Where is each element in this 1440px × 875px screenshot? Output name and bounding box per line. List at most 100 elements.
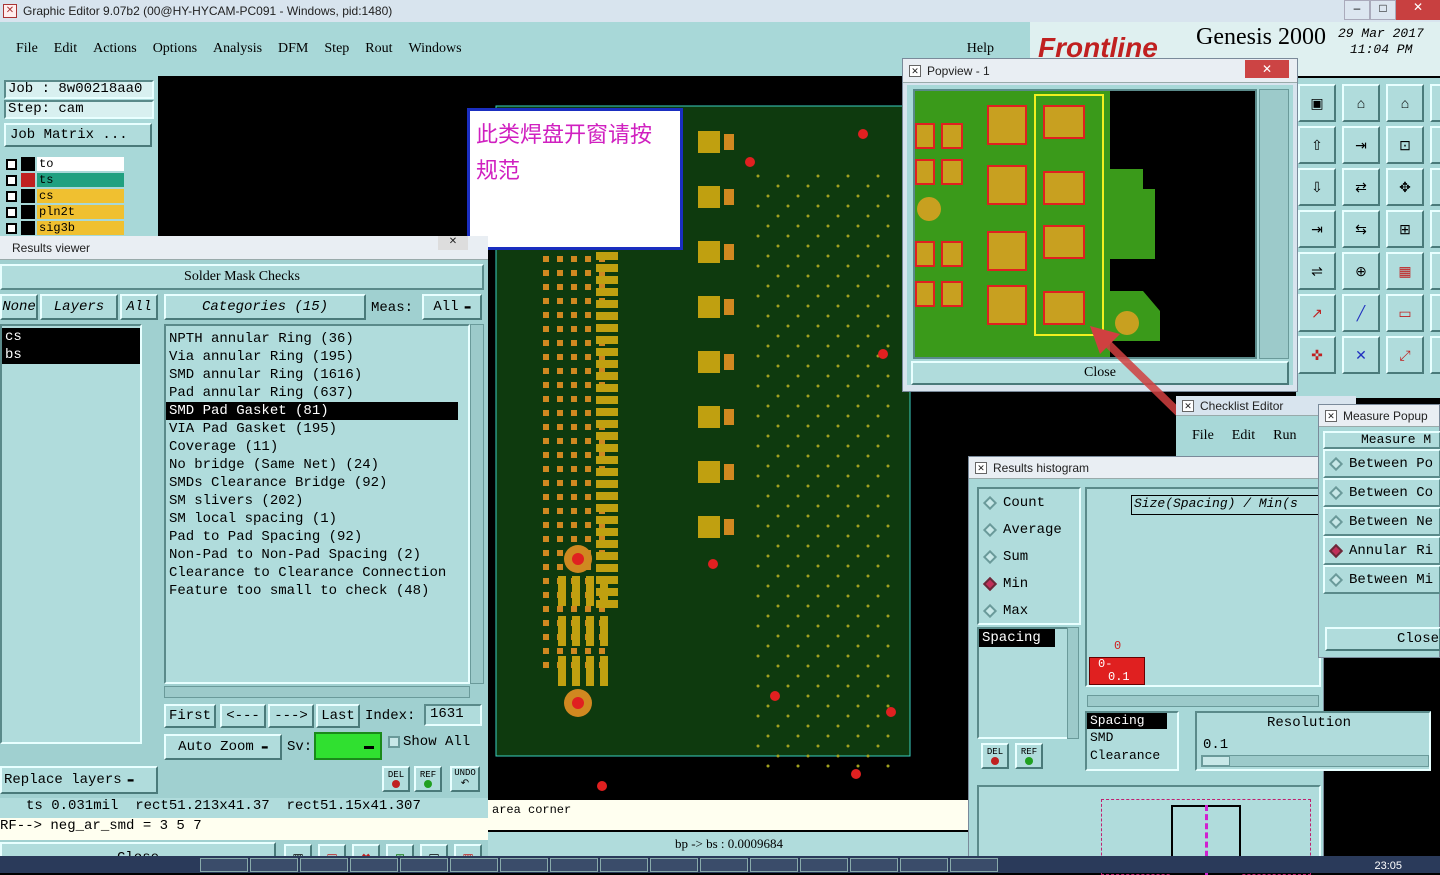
taskbar-app-icon[interactable] xyxy=(600,857,648,872)
none-button[interactable]: None xyxy=(0,294,38,320)
show-all-checkbox[interactable] xyxy=(388,736,400,748)
auto-zoom-button[interactable]: Auto Zoom ▬ xyxy=(164,734,282,760)
layer-checkbox[interactable] xyxy=(6,206,17,218)
taskbar-app-icon[interactable] xyxy=(550,857,598,872)
tool-icon[interactable]: ⇄ xyxy=(1342,168,1380,206)
type-item-clearance[interactable]: Clearance xyxy=(1087,747,1177,765)
del-button[interactable]: DEL xyxy=(382,766,410,792)
measure-option[interactable]: Between Po xyxy=(1323,449,1440,478)
taskbar-app-icon[interactable] xyxy=(800,857,848,872)
tool-icon[interactable]: ✕ xyxy=(1342,336,1380,374)
histogram-option-sum[interactable]: Sum xyxy=(979,543,1079,570)
taskbar-app-icon[interactable] xyxy=(900,857,948,872)
taskbar-app-icon[interactable] xyxy=(400,857,448,872)
menu-rout[interactable]: Rout xyxy=(365,41,392,57)
tool-icon[interactable]: ⇩ xyxy=(1298,168,1336,206)
category-item[interactable]: VIA Pad Gasket (195) xyxy=(166,420,468,438)
histogram-hscroll[interactable] xyxy=(1087,695,1319,707)
tool-icon[interactable]: ⇧ xyxy=(1298,126,1336,164)
job-matrix-button[interactable]: Job Matrix ... xyxy=(4,123,152,147)
resolution-slider[interactable] xyxy=(1201,755,1429,767)
replace-layers-button[interactable]: Replace layers ▬ xyxy=(0,766,158,794)
taskbar-app-icon[interactable] xyxy=(350,857,398,872)
category-item[interactable]: Pad to Pad Spacing (92) xyxy=(166,528,468,546)
layer-row-3[interactable]: pln2t xyxy=(6,204,124,220)
category-item[interactable]: Pad annular Ring (637) xyxy=(166,384,468,402)
menu-edit[interactable]: Edit xyxy=(54,41,77,57)
popview-close-icon[interactable]: ✕ xyxy=(1245,60,1289,78)
taskbar-app-icon[interactable] xyxy=(250,857,298,872)
tool-icon[interactable]: S xyxy=(1430,126,1440,164)
tool-icon[interactable]: ⇥ xyxy=(1298,210,1336,248)
taskbar-app-icon[interactable] xyxy=(700,857,748,872)
layer-row-2[interactable]: cs xyxy=(6,188,124,204)
results-viewer-close-icon[interactable]: ✕ xyxy=(438,236,468,250)
categories-vscroll[interactable] xyxy=(470,324,484,684)
menu-analysis[interactable]: Analysis xyxy=(213,41,262,57)
undo-button[interactable]: UNDO ↶ xyxy=(450,766,480,792)
histogram-option-average[interactable]: Average xyxy=(979,516,1079,543)
measure-option[interactable]: Between Ne xyxy=(1323,507,1440,536)
type-item-spacing[interactable]: Spacing xyxy=(1087,713,1167,729)
tool-icon[interactable]: ▭ xyxy=(1386,294,1424,332)
category-item[interactable]: Clearance to Clearance Connection xyxy=(166,564,468,582)
categories-hscroll[interactable] xyxy=(164,686,470,698)
layer-row-1[interactable]: ts xyxy=(6,172,124,188)
menu-help[interactable]: Help xyxy=(967,41,994,57)
taskbar-app-icon[interactable] xyxy=(300,857,348,872)
menu-dfm[interactable]: DFM xyxy=(278,41,308,57)
tool-icon[interactable]: ⤢ xyxy=(1430,336,1440,374)
histogram-list-item[interactable]: Spacing xyxy=(979,629,1055,647)
layer-result-item[interactable]: bs xyxy=(2,346,140,364)
histogram-bar[interactable]: 0- 0.1 xyxy=(1089,657,1145,685)
tool-icon[interactable]: ▭ xyxy=(1430,84,1440,122)
category-item[interactable]: SMD annular Ring (1616) xyxy=(166,366,468,384)
category-item[interactable]: NPTH annular Ring (36) xyxy=(166,330,468,348)
resolution-slider-thumb[interactable] xyxy=(1202,756,1230,766)
taskbar-app-icon[interactable] xyxy=(850,857,898,872)
histogram-option-max[interactable]: Max xyxy=(979,597,1079,624)
tool-icon[interactable]: ▦ xyxy=(1386,252,1424,290)
measure-option[interactable]: Between Mi xyxy=(1323,565,1440,594)
tool-icon[interactable]: ● xyxy=(1430,294,1440,332)
last-button[interactable]: Last xyxy=(316,704,360,728)
histogram-list[interactable]: Spacing xyxy=(977,627,1071,739)
checklist-menu-edit[interactable]: Edit xyxy=(1232,428,1255,444)
tool-icon[interactable]: ⤢ xyxy=(1386,336,1424,374)
category-item[interactable]: Non-Pad to Non-Pad Spacing (2) xyxy=(166,546,468,564)
taskbar-app-icon[interactable] xyxy=(200,857,248,872)
tool-icon[interactable]: ▣ xyxy=(1298,84,1336,122)
tool-icon[interactable]: ▦ xyxy=(1430,252,1440,290)
all-button[interactable]: All xyxy=(120,294,158,320)
layer-results-list[interactable]: cs bs xyxy=(0,324,142,744)
layer-checkbox[interactable] xyxy=(6,174,17,186)
tool-icon[interactable]: ? xyxy=(1430,210,1440,248)
layer-checkbox[interactable] xyxy=(6,222,17,234)
checklist-menu-file[interactable]: File xyxy=(1192,428,1214,444)
category-item[interactable]: No bridge (Same Net) (24) xyxy=(166,456,468,474)
layer-row-0[interactable]: to xyxy=(6,156,124,172)
menu-file[interactable]: File xyxy=(16,41,38,57)
tool-icon[interactable]: ╱ xyxy=(1342,294,1380,332)
taskbar-app-icon[interactable] xyxy=(750,857,798,872)
tool-icon[interactable]: ⇌ xyxy=(1298,252,1336,290)
histogram-option-min[interactable]: Min xyxy=(979,570,1079,597)
layers-button[interactable]: Layers xyxy=(40,294,118,320)
tool-icon[interactable]: ⌂ xyxy=(1386,84,1424,122)
measure-option[interactable]: Annular Ri xyxy=(1323,536,1440,565)
categories-list[interactable]: NPTH annular Ring (36) Via annular Ring (… xyxy=(164,324,470,684)
histogram-list-vscroll[interactable] xyxy=(1067,627,1079,739)
taskbar-app-icon[interactable] xyxy=(650,857,698,872)
next-button[interactable]: ---> xyxy=(268,704,314,728)
layer-checkbox[interactable] xyxy=(6,158,17,170)
histogram-ref-button[interactable]: REF xyxy=(1015,743,1043,769)
close-window-button[interactable]: ✕ xyxy=(1396,0,1440,20)
index-input[interactable]: 1631 xyxy=(424,704,482,726)
layer-row-4[interactable]: sig3b xyxy=(6,220,124,236)
histogram-option-count[interactable]: Count xyxy=(979,489,1079,516)
taskbar-app-icon[interactable] xyxy=(950,857,998,872)
taskbar-app-icon[interactable] xyxy=(450,857,498,872)
category-item[interactable]: SMD Pad Gasket (81) xyxy=(166,402,458,420)
menu-step[interactable]: Step xyxy=(324,41,349,57)
category-item[interactable]: SM slivers (202) xyxy=(166,492,468,510)
